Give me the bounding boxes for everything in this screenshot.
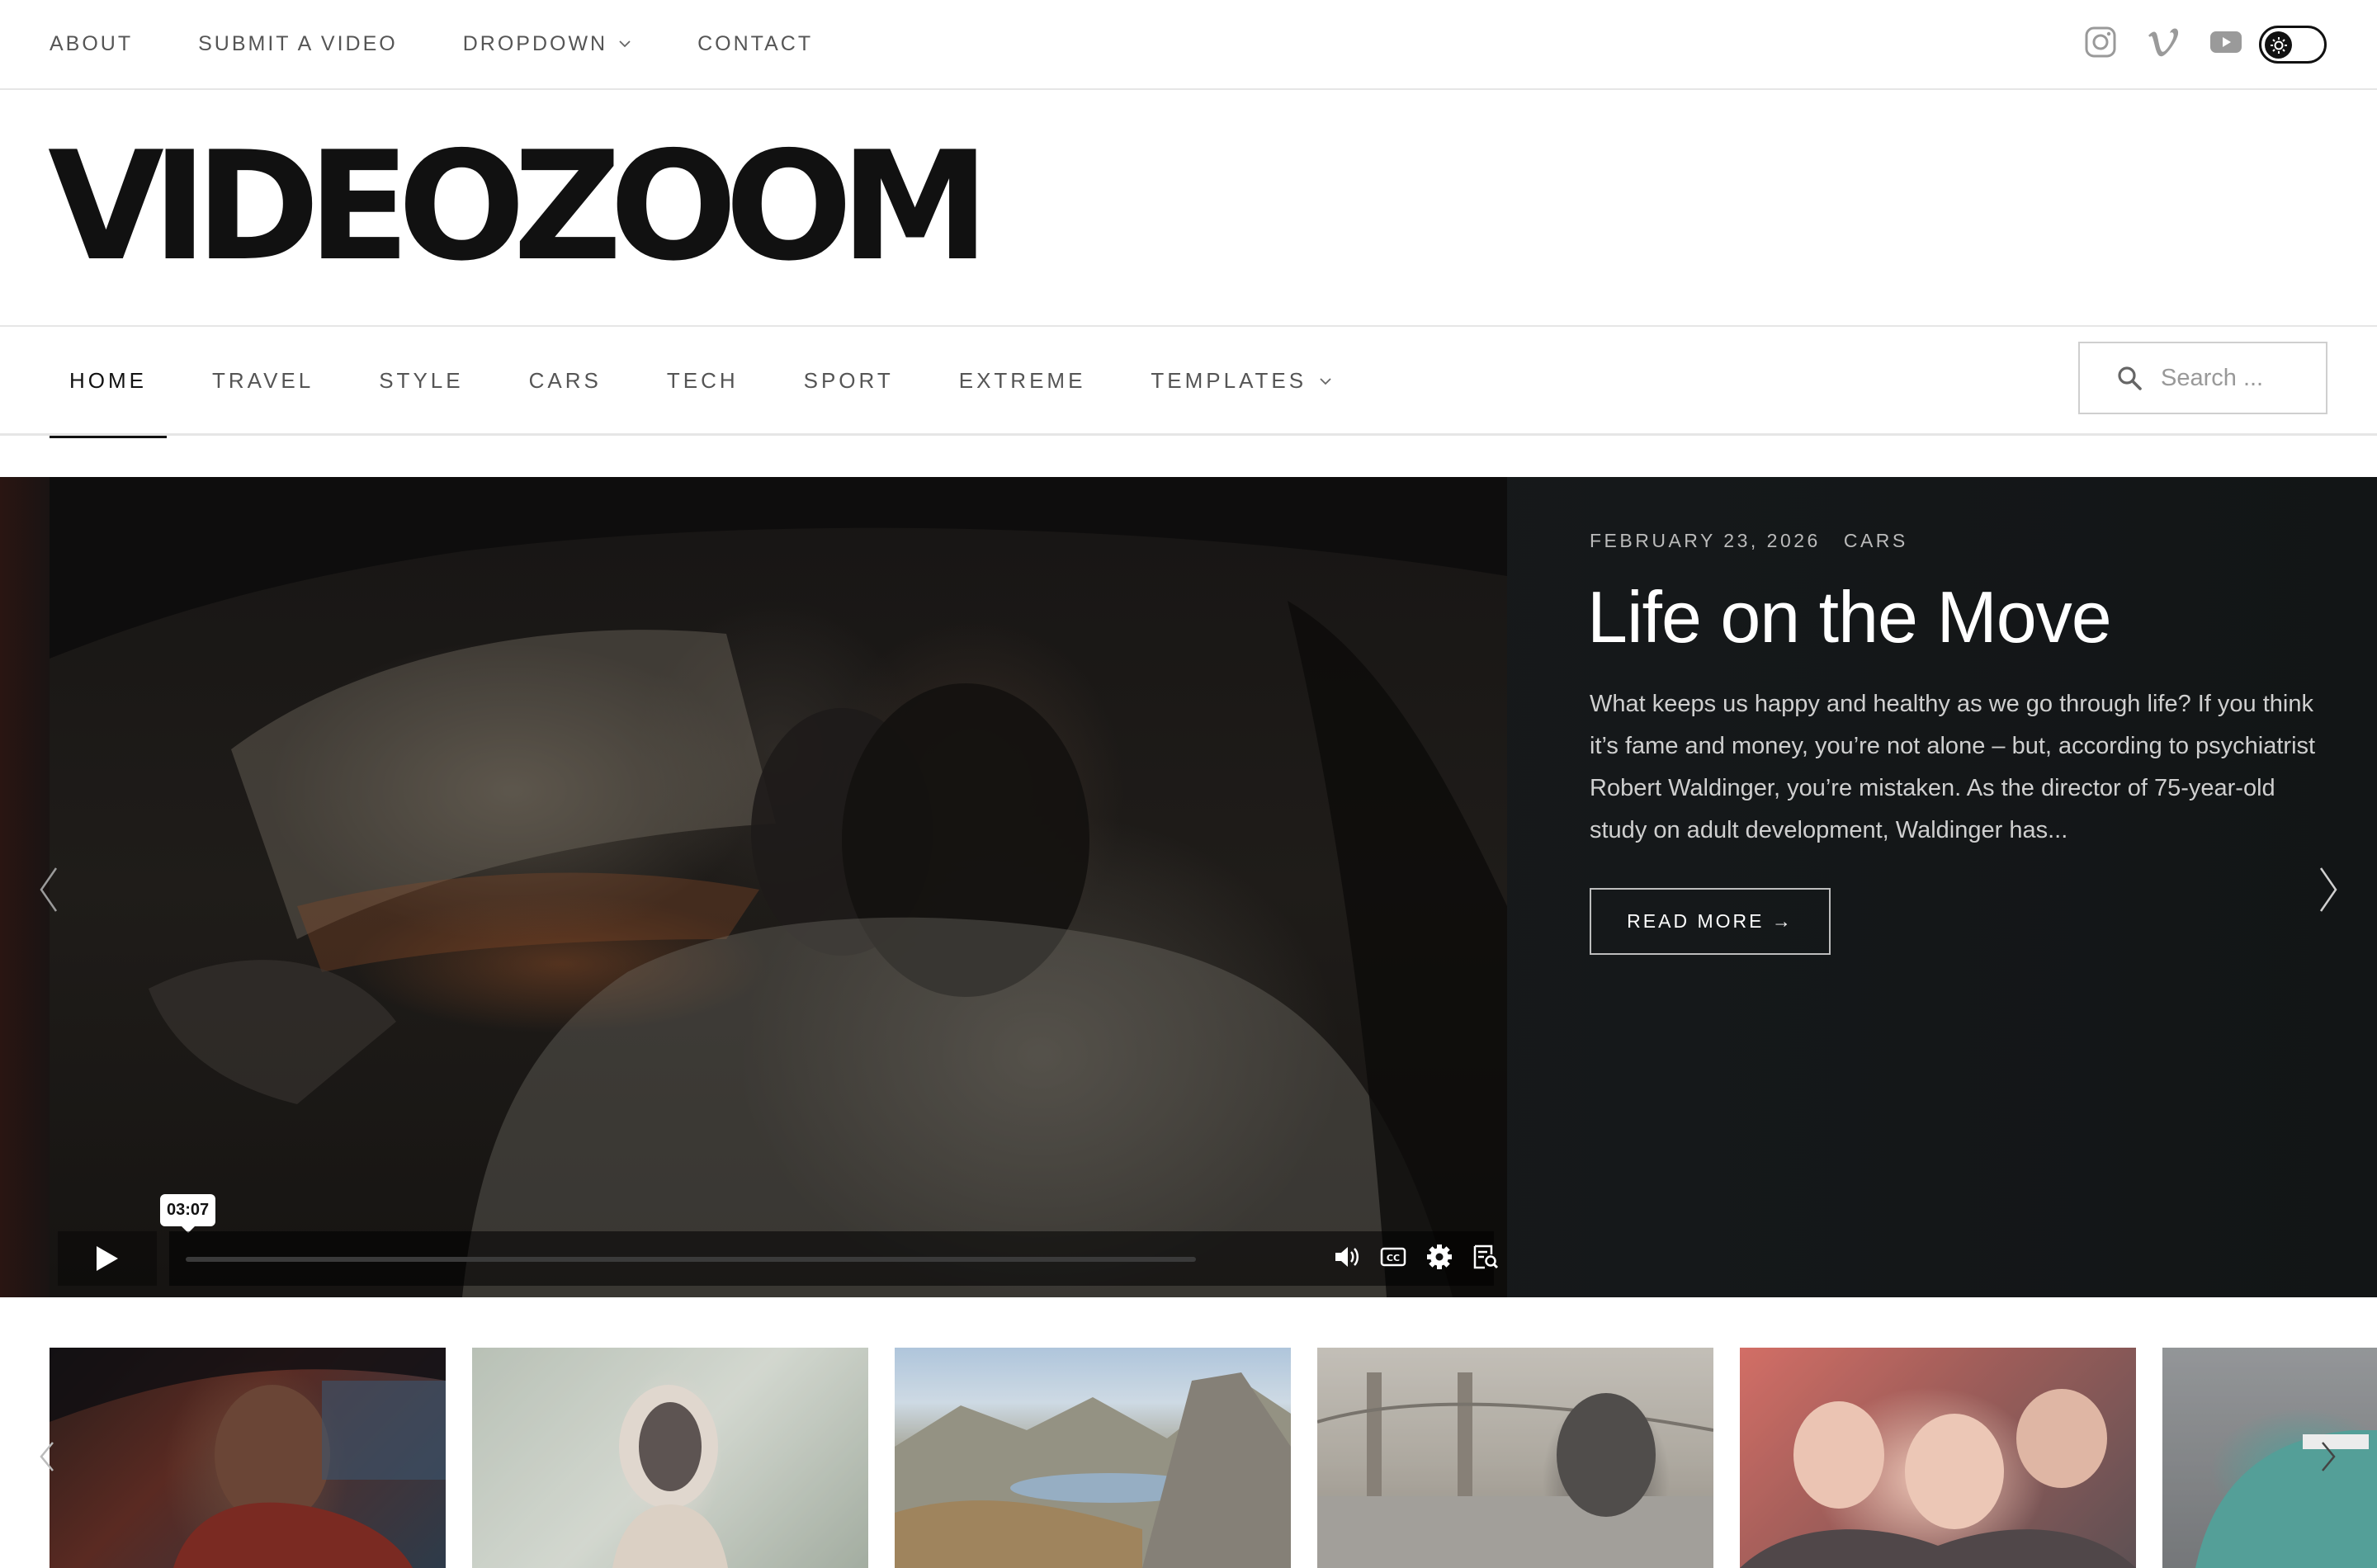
slide-info: FEBRUARY 23, 2026 CARS Life on the Move W…: [1587, 477, 2332, 1297]
menu-item-travel[interactable]: TRAVEL: [192, 327, 333, 435]
transcript-icon[interactable]: [1472, 1243, 1500, 1271]
thumbnail-carousel: [0, 1348, 2377, 1568]
theme-toggle[interactable]: [2259, 26, 2327, 64]
site-logo[interactable]: VIDEOZOOM: [48, 131, 990, 281]
topnav-contact-link[interactable]: CONTACT: [697, 32, 813, 56]
thumbnail-overlay: [472, 1348, 868, 1568]
thumbnail-overlay: [1317, 1348, 1713, 1568]
search-input[interactable]: [2161, 364, 2326, 392]
menu-item-label: STYLE: [379, 368, 464, 393]
topnav-about-link[interactable]: ABOUT: [50, 32, 133, 56]
captions-icon[interactable]: CC: [1379, 1243, 1407, 1271]
thumbnail-overlay: [1740, 1348, 2136, 1568]
control-icons: CC: [1333, 1243, 1507, 1271]
svg-text:CC: CC: [1387, 1253, 1400, 1263]
menu-item-label: SPORT: [803, 368, 894, 393]
featured-slider: 03:07 CC FEBRUARY 23, 2026 CARS Life on …: [0, 477, 2377, 1297]
thumbnail-item[interactable]: [1317, 1348, 1713, 1568]
thumbnail-item[interactable]: [50, 1348, 446, 1568]
carousel-next-arrow-icon[interactable]: [2319, 1440, 2337, 1473]
post-category[interactable]: CARS: [1844, 530, 1908, 551]
vimeo-icon[interactable]: [2146, 25, 2181, 59]
thumbnail-item[interactable]: [472, 1348, 868, 1568]
topnav-dropdown-label: DROPDOWN: [462, 31, 608, 55]
player-controls: CC: [50, 1231, 1507, 1297]
progress-bar[interactable]: [186, 1257, 1196, 1262]
menu-item-label: TECH: [666, 368, 739, 393]
chevron-down-icon: [619, 40, 631, 48]
menu-item-label: HOME: [69, 368, 147, 393]
youtube-icon[interactable]: [2209, 25, 2243, 59]
top-bar: ABOUT SUBMIT A VIDEO DROPDOWN CONTACT: [0, 0, 2377, 90]
thumbnail-overlay: [50, 1348, 446, 1568]
menu-item-label: TRAVEL: [212, 368, 314, 393]
menu-item-templates[interactable]: TEMPLATES: [1131, 327, 1353, 435]
menu-item-label: TEMPLATES: [1151, 368, 1307, 393]
time-tooltip: 03:07: [160, 1194, 216, 1233]
search-box[interactable]: [2078, 342, 2327, 414]
chevron-down-icon: [1320, 377, 1331, 385]
post-excerpt: What keeps us happy and healthy as we go…: [1590, 691, 2316, 843]
menu-item-cars[interactable]: CARS: [509, 327, 621, 435]
menu-item-style[interactable]: STYLE: [359, 327, 483, 435]
topnav-submit-video-label: SUBMIT A VIDEO: [198, 31, 398, 55]
read-more-button[interactable]: READ MORE →: [1590, 888, 1831, 955]
video-player[interactable]: 03:07 CC: [50, 477, 1507, 1297]
menu-item-label: CARS: [528, 368, 602, 393]
slider-next-arrow-icon[interactable]: [2316, 865, 2341, 914]
social-links: [2083, 25, 2243, 59]
topnav-contact-label: CONTACT: [697, 31, 814, 55]
menu-item-extreme[interactable]: EXTREME: [939, 327, 1106, 435]
slider-prev-arrow-icon[interactable]: [36, 865, 61, 914]
menu-item-tech[interactable]: TECH: [647, 327, 758, 435]
volume-icon[interactable]: [1333, 1243, 1361, 1271]
topnav-submit-video-link[interactable]: SUBMIT A VIDEO: [198, 32, 398, 56]
theme-toggle-knob: [2265, 31, 2292, 59]
play-icon: [97, 1246, 118, 1271]
main-menu: HOME TRAVEL STYLE CARS TECH SPORT EXTREM…: [50, 327, 1378, 438]
thumbnail-item[interactable]: [1740, 1348, 2136, 1568]
instagram-icon[interactable]: [2083, 25, 2118, 59]
menu-item-home[interactable]: HOME: [50, 327, 167, 438]
menu-item-sport[interactable]: SPORT: [784, 327, 914, 435]
topnav-dropdown-link[interactable]: DROPDOWN: [463, 32, 632, 56]
thumbnail-overlay: [2162, 1348, 2377, 1568]
thumbnail-item[interactable]: [2162, 1348, 2377, 1568]
main-navigation-bar: HOME TRAVEL STYLE CARS TECH SPORT EXTREM…: [0, 325, 2377, 438]
post-meta: FEBRUARY 23, 2026 CARS: [1590, 530, 1908, 552]
sun-icon: [2270, 36, 2287, 54]
menu-item-label: EXTREME: [958, 368, 1086, 393]
settings-icon[interactable]: [1425, 1243, 1453, 1271]
video-frame-image: [50, 477, 1507, 1297]
thumbnail-item[interactable]: [895, 1348, 1291, 1568]
carousel-prev-arrow-icon[interactable]: [38, 1440, 56, 1473]
thumbnail-overlay: [895, 1348, 1291, 1568]
post-title[interactable]: Life on the Move: [1587, 576, 2112, 659]
control-bar: CC: [169, 1231, 1499, 1286]
topnav-about-label: ABOUT: [50, 31, 134, 55]
post-date: FEBRUARY 23, 2026: [1590, 530, 1821, 551]
search-icon: [2118, 366, 2142, 390]
play-button[interactable]: [58, 1231, 157, 1286]
top-navigation: ABOUT SUBMIT A VIDEO DROPDOWN CONTACT: [50, 0, 878, 87]
